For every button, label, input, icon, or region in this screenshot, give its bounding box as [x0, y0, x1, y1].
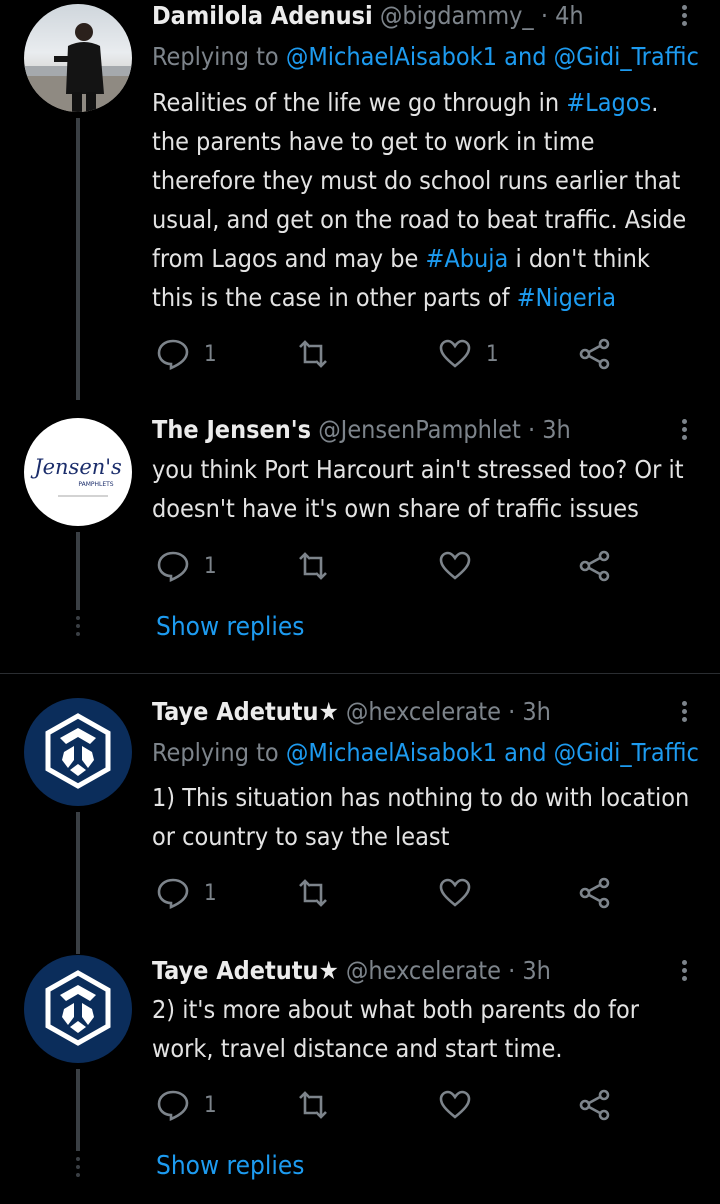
tweet-header: Damilola Adenusi @bigdammy_ · 4h: [152, 0, 584, 32]
timestamp: · 3h: [508, 697, 551, 726]
like-button[interactable]: [438, 873, 472, 913]
cro-logo: [45, 713, 111, 789]
thread-line: [76, 1069, 80, 1151]
timestamp: · 3h: [508, 956, 551, 985]
hashtag-link[interactable]: #Nigeria: [517, 283, 616, 312]
tweet-text: Realities of the life we go through in #…: [152, 88, 687, 312]
retweet-button[interactable]: [296, 334, 330, 374]
tweet-header: Taye Adetutu★ @hexcelerate · 3h: [152, 696, 551, 728]
display-name[interactable]: The Jensen's: [152, 415, 311, 444]
hashtag-link[interactable]: #Lagos: [566, 88, 651, 117]
retweet-icon: [299, 1091, 327, 1119]
share-button[interactable]: [578, 873, 612, 913]
tweet-header: The Jensen's @JensenPamphlet · 3h: [152, 414, 571, 446]
avatar[interactable]: Jensen's PAMPHLETS: [24, 418, 132, 526]
handle[interactable]: @hexcelerate: [346, 697, 501, 726]
heart-icon: [439, 878, 471, 907]
tweet-text: 1) This situation has nothing to do with…: [152, 783, 690, 851]
replying-to: Replying to @MichaelAisabok1 and @Gidi_T…: [152, 42, 699, 71]
heart-icon: [439, 551, 471, 580]
tweet-damilola[interactable]: Damilola Adenusi @bigdammy_ · 4h Replyin…: [0, 0, 720, 400]
reply-button[interactable]: 1: [156, 334, 217, 374]
jensens-logo: Jensen's PAMPHLETS: [30, 455, 122, 497]
more-options-icon[interactable]: [682, 416, 690, 443]
reply-icon: [157, 1090, 189, 1121]
mention-link[interactable]: @Gidi_Traffic: [554, 42, 699, 71]
tweet-jensens[interactable]: Jensen's PAMPHLETS The Jensen's @JensenP…: [0, 414, 720, 664]
thread-dots: [74, 612, 82, 640]
reply-button[interactable]: 1: [156, 1085, 217, 1125]
tweet-actions: 1: [152, 546, 632, 586]
reply-icon: [157, 878, 189, 909]
retweet-button[interactable]: [296, 873, 330, 913]
handle[interactable]: @hexcelerate: [346, 956, 501, 985]
handle[interactable]: @JensenPamphlet: [318, 415, 521, 444]
tweet-header: Taye Adetutu★ @hexcelerate · 3h: [152, 955, 551, 987]
more-options-icon[interactable]: [682, 698, 690, 725]
retweet-button[interactable]: [296, 1085, 330, 1125]
heart-icon: [439, 339, 471, 368]
heart-icon: [439, 1090, 471, 1119]
thread-dots: [74, 1153, 82, 1181]
share-icon: [579, 1089, 610, 1121]
tweet-taye-2[interactable]: Taye Adetutu★ @hexcelerate · 3h 2) it's …: [0, 955, 720, 1204]
like-button[interactable]: [438, 1085, 472, 1125]
replying-to: Replying to @MichaelAisabok1 and @Gidi_T…: [152, 738, 699, 767]
cro-logo: [45, 970, 111, 1046]
tweet-actions: 1: [152, 873, 632, 913]
reply-button[interactable]: 1: [156, 873, 217, 913]
avatar[interactable]: [24, 4, 132, 112]
timestamp: · 4h: [540, 1, 584, 30]
user-photo: [24, 23, 132, 112]
show-replies-link[interactable]: Show replies: [156, 612, 304, 642]
avatar[interactable]: [24, 955, 132, 1063]
avatar[interactable]: [24, 698, 132, 806]
retweet-icon: [299, 340, 327, 368]
share-icon: [579, 550, 610, 582]
timestamp: · 3h: [527, 415, 571, 444]
tweet-actions: 1 1: [152, 334, 632, 374]
tweet-text: 2) it's more about what both parents do …: [152, 995, 639, 1063]
share-icon: [579, 877, 610, 909]
share-icon: [579, 338, 610, 370]
mention-link[interactable]: @MichaelAisabok1: [286, 42, 497, 71]
reply-icon: [157, 339, 189, 370]
more-options-icon[interactable]: [682, 2, 690, 29]
handle[interactable]: @bigdammy_: [380, 1, 534, 30]
tweet-text: you think Port Harcourt ain't stressed t…: [152, 455, 684, 523]
show-replies-link[interactable]: Show replies: [156, 1151, 304, 1181]
thread-line: [76, 532, 80, 610]
retweet-button[interactable]: [296, 546, 330, 586]
share-button[interactable]: [578, 1085, 612, 1125]
retweet-icon: [299, 879, 327, 907]
hashtag-link[interactable]: #Abuja: [426, 244, 509, 273]
share-button[interactable]: [578, 334, 612, 374]
like-button[interactable]: [438, 546, 472, 586]
reply-button[interactable]: 1: [156, 546, 217, 586]
retweet-icon: [299, 552, 327, 580]
like-button[interactable]: 1: [438, 334, 499, 374]
reply-icon: [157, 551, 189, 582]
mention-link[interactable]: @Gidi_Traffic: [554, 738, 699, 767]
share-button[interactable]: [578, 546, 612, 586]
display-name[interactable]: Taye Adetutu★: [152, 697, 339, 726]
svg-text:PAMPHLETS: PAMPHLETS: [78, 481, 113, 488]
mention-link[interactable]: @MichaelAisabok1: [286, 738, 497, 767]
divider: [0, 673, 720, 674]
display-name[interactable]: Damilola Adenusi: [152, 1, 373, 30]
tweet-actions: 1: [152, 1085, 632, 1125]
svg-text:Jensen's: Jensen's: [30, 455, 122, 479]
more-options-icon[interactable]: [682, 957, 690, 984]
display-name[interactable]: Taye Adetutu★: [152, 956, 339, 985]
thread-line: [76, 812, 80, 954]
tweet-taye-1[interactable]: Taye Adetutu★ @hexcelerate · 3h Replying…: [0, 696, 720, 954]
thread-line: [76, 118, 80, 400]
